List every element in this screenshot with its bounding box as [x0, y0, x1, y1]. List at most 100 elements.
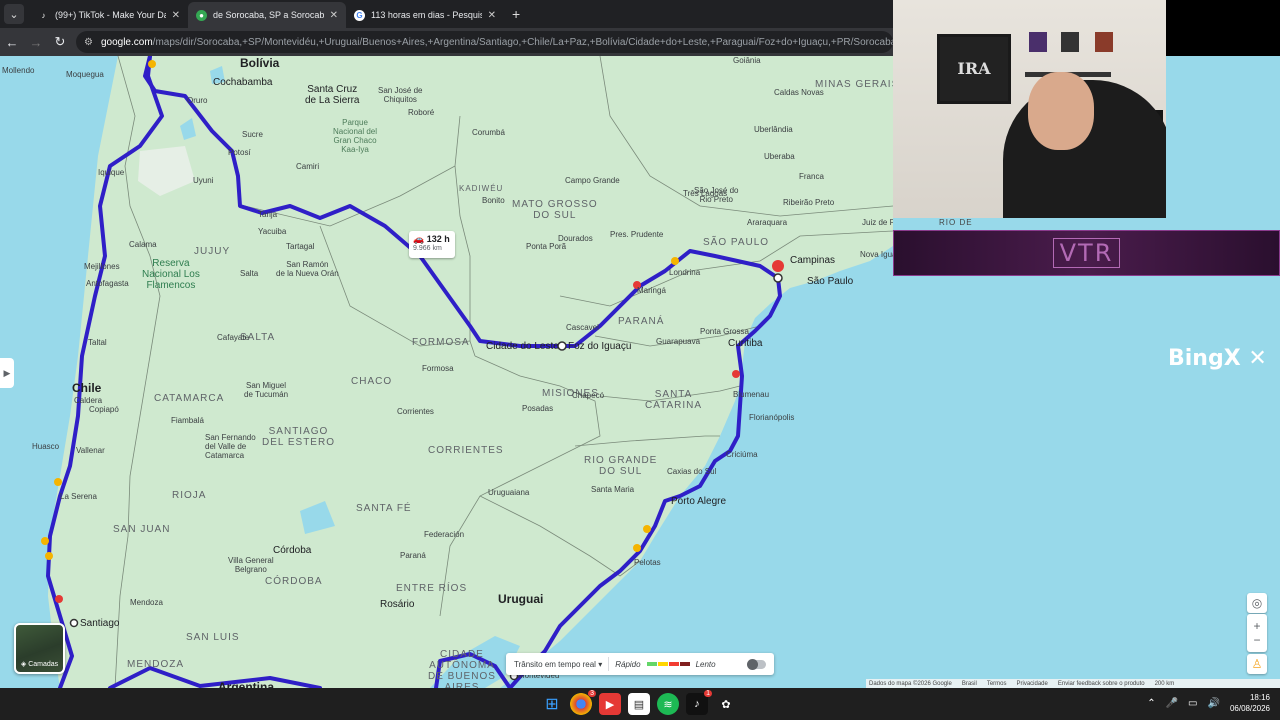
- traffic-legend: Trânsito em tempo real ▾ Rápido Lento: [506, 653, 774, 675]
- expand-panel-button[interactable]: ▶: [0, 358, 14, 388]
- bingx-logo: BingX ✕: [1168, 346, 1267, 371]
- waypoint-foz: [557, 341, 567, 351]
- waypoint-sorocaba: [773, 273, 783, 283]
- route-summary-card[interactable]: 🚗 132 h 9.966 km: [409, 231, 455, 258]
- tab-search-button[interactable]: ⌄: [4, 4, 24, 24]
- map-label: Blumenau: [733, 390, 770, 399]
- layers-button[interactable]: ◈ Camadas: [14, 623, 65, 674]
- zoom-in-button[interactable]: +: [1253, 619, 1260, 633]
- taskbar: ⊞ 3 ▶ ▤ ≋ ♪ 1 ✿ ⌃ 🎤 ▭ 🔊 18:16 06/08/2026: [0, 688, 1280, 720]
- traffic-toggle[interactable]: [747, 658, 766, 670]
- map-label: Moquegua: [66, 70, 104, 79]
- tab-google-search[interactable]: G 113 horas em dias - Pesquisa G ✕: [346, 2, 504, 28]
- map-label: Uruguaiana: [488, 488, 530, 497]
- youtube-icon[interactable]: ▶: [599, 693, 621, 715]
- map-label: Caldera: [74, 396, 103, 405]
- map-label: MATO GROSSO DO SUL: [512, 199, 598, 221]
- forward-button[interactable]: →: [24, 35, 48, 50]
- map-label: Roboré: [408, 108, 435, 117]
- stream-banner: VTR: [893, 230, 1280, 276]
- close-tab-icon[interactable]: ✕: [330, 10, 338, 21]
- scale-label[interactable]: 200 km: [1155, 681, 1175, 687]
- map-label: Federación: [424, 530, 465, 539]
- volume-icon[interactable]: 🔊: [1208, 698, 1220, 709]
- map-label: Taltal: [88, 338, 107, 347]
- map-label: Ponta Grossa: [700, 327, 749, 336]
- tiktok-icon[interactable]: ♪ 1: [686, 690, 712, 715]
- map-label: San Miguel de Tucumán: [244, 381, 289, 399]
- map-label: Araraquara: [747, 218, 788, 227]
- map-label: Copiapó: [89, 405, 119, 414]
- terms-link[interactable]: Termos: [987, 681, 1007, 687]
- spotify-icon[interactable]: ≋: [657, 693, 679, 715]
- url-host: google.com: [100, 36, 153, 48]
- map-label: Oruro: [187, 96, 208, 105]
- microphone-icon[interactable]: 🎤: [1166, 698, 1178, 709]
- map-footer: Dados do mapa ©2026 Google Brasil Termos…: [866, 679, 1280, 688]
- new-tab-button[interactable]: +: [512, 6, 520, 22]
- map-label: Uberlândia: [754, 125, 793, 134]
- map-label: Dourados: [558, 234, 593, 243]
- map-label: Cafayate: [217, 333, 250, 342]
- feedback-link[interactable]: Enviar feedback sobre o produto: [1058, 681, 1145, 687]
- map-label: Foz do Iguaçu: [568, 341, 632, 352]
- map-label: Cidade do Leste: [486, 341, 559, 352]
- dropdown-caret-icon: ▾: [598, 659, 603, 669]
- wall-poster: [1095, 32, 1113, 52]
- map-label: Bonito: [482, 196, 505, 205]
- taskbar-apps: ⊞ 3 ▶ ▤ ≋ ♪ 1 ✿: [541, 690, 737, 715]
- traffic-fast-label: Rápido: [615, 659, 641, 669]
- chevron-up-icon[interactable]: ⌃: [1147, 698, 1155, 709]
- map-label: Potosí: [228, 148, 251, 157]
- map-label: Iquique: [98, 168, 125, 177]
- map-label: Paraná: [400, 551, 426, 560]
- map-label: CIDADE AUTÔNOMA DE BUENOS AIRES: [428, 649, 496, 688]
- map-label: MENDOZA: [127, 659, 184, 670]
- my-location-button[interactable]: ◎: [1247, 593, 1267, 613]
- map-label: Cascavel: [566, 323, 599, 332]
- map-label: São Paulo: [807, 276, 854, 287]
- map-label: Santa Maria: [591, 485, 635, 494]
- tab-maps[interactable]: ● de Sorocaba, SP a Sorocaba, SP ✕: [188, 2, 346, 28]
- map-label: Caldas Novas: [774, 88, 824, 97]
- map-label: MINAS GERAIS: [815, 79, 900, 90]
- tab-tiktok[interactable]: ♪ (99+) TikTok - Make Your Day ✕: [30, 2, 188, 28]
- warning-icon: [643, 525, 651, 533]
- screen: ⌄ ♪ (99+) TikTok - Make Your Day ✕ ● de …: [0, 0, 1280, 720]
- network-icon[interactable]: ▭: [1188, 698, 1197, 709]
- privacy-link[interactable]: Privacidade: [1017, 681, 1048, 687]
- chrome-icon[interactable]: 3: [570, 690, 596, 715]
- map-label: SAN JUAN: [113, 524, 171, 535]
- map-attribution: Dados do mapa ©2026 Google: [869, 680, 952, 687]
- reload-button[interactable]: ↻: [48, 34, 72, 50]
- app-icon[interactable]: ✿: [715, 693, 737, 715]
- clock[interactable]: 18:16 06/08/2026: [1230, 692, 1270, 714]
- layers-label: Camadas: [28, 661, 59, 668]
- map-label: San Fernando del Valle de Catamarca: [205, 433, 256, 460]
- traffic-scale: [646, 662, 690, 666]
- map-label: Camiri: [296, 162, 320, 171]
- map-label: Campo Grande: [565, 176, 620, 185]
- car-icon: 🚗: [413, 234, 425, 244]
- tab-title: de Sorocaba, SP a Sorocaba, SP: [213, 10, 324, 20]
- map-label: Londrina: [669, 268, 701, 277]
- map-label: Campinas: [790, 255, 836, 266]
- map-label: KADIWÉU: [459, 184, 504, 193]
- file-icon[interactable]: ▤: [628, 693, 650, 715]
- street-view-pegman-icon[interactable]: ♙: [1247, 654, 1267, 674]
- url-text: google.com/maps/dir/Sorocaba,+SP/Montevi…: [101, 37, 893, 48]
- traffic-dropdown[interactable]: Trânsito em tempo real ▾: [514, 660, 602, 669]
- region-link[interactable]: Brasil: [962, 681, 977, 687]
- destination-pin: [772, 260, 784, 272]
- address-bar[interactable]: ⚙ google.com/maps/dir/Sorocaba,+SP/Monte…: [76, 31, 893, 53]
- notification-badge: 3: [588, 690, 596, 697]
- map-label: Goiânia: [733, 56, 761, 65]
- map-label: Corrientes: [397, 407, 434, 416]
- back-button[interactable]: ←: [0, 35, 24, 50]
- close-tab-icon[interactable]: ✕: [488, 10, 496, 21]
- close-tab-icon[interactable]: ✕: [172, 10, 180, 21]
- map-label: Bolívia: [240, 56, 280, 70]
- windows-start-icon[interactable]: ⊞: [541, 693, 563, 715]
- site-info-icon[interactable]: ⚙: [84, 37, 93, 48]
- zoom-out-button[interactable]: −: [1253, 633, 1260, 647]
